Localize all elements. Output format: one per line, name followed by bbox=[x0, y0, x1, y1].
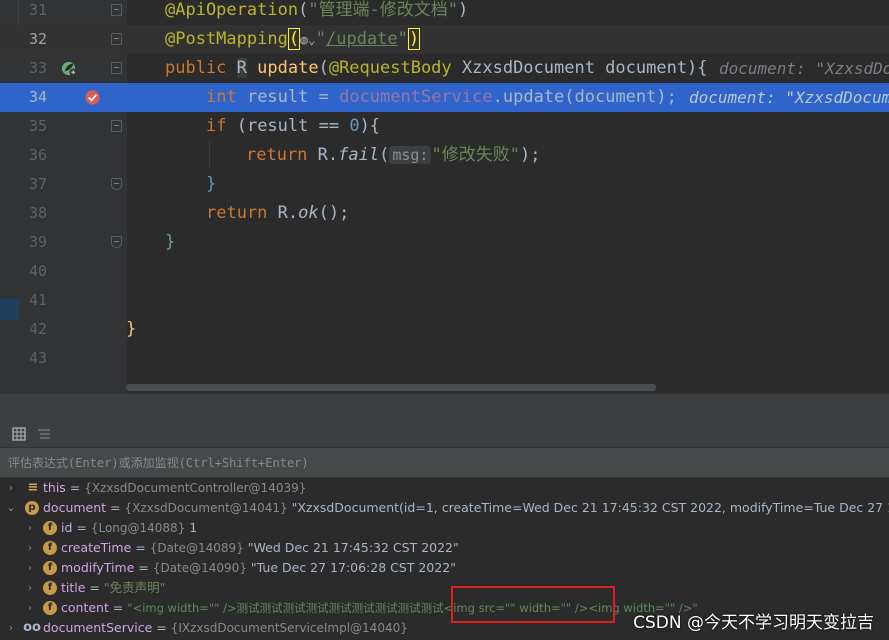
code-line-31[interactable]: 31 @ApiOperation("管理端-修改文档") bbox=[0, 0, 889, 25]
table-view-icon[interactable] bbox=[11, 426, 27, 442]
expand-chevron-icon[interactable]: › bbox=[24, 538, 36, 558]
line-number: 32 bbox=[28, 30, 48, 48]
fold-marker[interactable] bbox=[111, 62, 122, 74]
expand-chevron-icon[interactable]: › bbox=[24, 578, 36, 598]
code-line-32[interactable]: 32 @PostMapping(◍⌄"/update") bbox=[0, 25, 889, 54]
variable-row-this[interactable]: › ≡ this = {XzxsdDocumentController@1403… bbox=[0, 478, 889, 498]
variable-text: this = {XzxsdDocumentController@14039} bbox=[43, 480, 307, 495]
collapse-chevron-icon[interactable]: ⌄ bbox=[5, 498, 17, 518]
line-number: 34 bbox=[28, 88, 48, 106]
fold-marker[interactable] bbox=[111, 120, 122, 132]
inline-debug-value: document: "XzxsdDocument(id=1, bbox=[719, 59, 889, 78]
expand-chevron-icon[interactable]: › bbox=[24, 598, 36, 618]
horizontal-scrollbar[interactable] bbox=[126, 384, 656, 391]
url-chevron-icon[interactable]: ⌄ bbox=[308, 33, 316, 48]
field-icon: f bbox=[43, 541, 57, 555]
watermark: CSDN @今天不学习明天变拉吉 bbox=[633, 613, 874, 633]
expand-chevron-icon[interactable]: › bbox=[24, 558, 36, 578]
variables-toolbar bbox=[0, 420, 889, 448]
breakpoint-icon[interactable] bbox=[84, 89, 101, 106]
annotation-highlight-box bbox=[451, 586, 615, 623]
line-number: 35 bbox=[28, 117, 48, 135]
field-icon: f bbox=[43, 561, 57, 575]
expand-chevron-icon[interactable]: › bbox=[5, 478, 17, 498]
code-text: return R.fail(msg: "修改失败"); bbox=[246, 145, 541, 165]
line-number: 38 bbox=[28, 204, 48, 222]
code-line-34[interactable]: 34 int result = documentService.update(d… bbox=[0, 83, 889, 112]
line-number: 36 bbox=[28, 146, 48, 164]
line-number: 41 bbox=[28, 291, 48, 309]
code-text: if (result == 0){ bbox=[206, 116, 381, 136]
evaluate-expression-input[interactable] bbox=[0, 448, 889, 477]
variable-text: createTime = {Date@14089} "Wed Dec 21 17… bbox=[61, 540, 459, 555]
code-line-35[interactable]: 35 if (result == 0){ bbox=[0, 112, 889, 141]
code-text: return R.ok(); bbox=[206, 203, 350, 223]
this-object-icon: ≡ bbox=[27, 480, 39, 495]
code-text: @PostMapping(◍⌄"/update") bbox=[165, 28, 421, 50]
expand-chevron-icon[interactable]: › bbox=[5, 618, 17, 638]
parameter-hint: msg: bbox=[389, 146, 432, 164]
evaluate-expression-bar[interactable] bbox=[0, 448, 889, 478]
fold-marker[interactable] bbox=[111, 178, 122, 190]
code-text: @ApiOperation("管理端-修改文档") bbox=[165, 0, 469, 20]
code-text: public R update(@RequestBody XzxsdDocume… bbox=[165, 58, 708, 78]
code-line-36[interactable]: 36 return R.fail(msg: "修改失败"); bbox=[0, 141, 889, 170]
variable-row-modifyTime[interactable]: › f modifyTime = {Date@14090} "Tue Dec 2… bbox=[0, 558, 889, 578]
inline-debug-value: document: "XzxsdDocument(i bbox=[689, 88, 889, 107]
panel-splitter[interactable] bbox=[0, 393, 889, 420]
field-icon: f bbox=[43, 581, 57, 595]
code-text: } bbox=[206, 174, 217, 194]
variable-text: document = {XzxsdDocument@14041} "XzxsdD… bbox=[43, 500, 889, 515]
line-number: 31 bbox=[28, 1, 48, 19]
line-number: 42 bbox=[28, 320, 48, 338]
globe-icon[interactable]: ◍ bbox=[300, 33, 308, 48]
code-line-40[interactable]: 40 bbox=[0, 257, 889, 286]
code-line-37[interactable]: 37 } bbox=[0, 170, 889, 199]
variable-text: title = "免责声明" bbox=[61, 580, 166, 595]
variable-row-createTime[interactable]: › f createTime = {Date@14089} "Wed Dec 2… bbox=[0, 538, 889, 558]
spring-bean-icon[interactable] bbox=[61, 60, 78, 77]
code-line-42[interactable]: 42 } bbox=[0, 315, 889, 344]
line-number: 39 bbox=[28, 233, 48, 251]
code-line-41[interactable]: 41 bbox=[0, 286, 889, 315]
fold-marker[interactable] bbox=[111, 236, 122, 248]
code-line-33[interactable]: 33 public R update(@RequestBody XzxsdDoc… bbox=[0, 54, 889, 83]
fold-marker[interactable] bbox=[111, 4, 122, 16]
field-icon: f bbox=[43, 521, 57, 535]
list-view-icon[interactable] bbox=[36, 426, 52, 442]
code-text: } bbox=[126, 319, 137, 339]
code-line-38[interactable]: 38 return R.ok(); bbox=[0, 199, 889, 228]
code-editor[interactable]: 31 @ApiOperation("管理端-修改文档") 32 @PostMap… bbox=[0, 0, 889, 393]
watch-icon: oo bbox=[23, 620, 41, 635]
field-icon: f bbox=[43, 601, 57, 615]
variable-text: id = {Long@14088} 1 bbox=[61, 520, 198, 535]
code-text: } bbox=[165, 232, 176, 252]
variable-row-document[interactable]: ⌄ p document = {XzxsdDocument@14041} "Xz… bbox=[0, 498, 889, 518]
variable-text: documentService = {IXzxsdDocumentService… bbox=[43, 620, 408, 635]
code-text: int result = documentService.update(docu… bbox=[206, 87, 677, 107]
indent-guide bbox=[209, 140, 210, 169]
line-number: 40 bbox=[28, 262, 48, 280]
expand-chevron-icon[interactable]: › bbox=[24, 518, 36, 538]
variable-text: modifyTime = {Date@14090} "Tue Dec 27 17… bbox=[61, 560, 456, 575]
variable-row-id[interactable]: › f id = {Long@14088} 1 bbox=[0, 518, 889, 538]
parameter-icon: p bbox=[25, 501, 39, 515]
line-number: 43 bbox=[28, 349, 48, 367]
variable-row-title[interactable]: › f title = "免责声明" bbox=[0, 578, 889, 598]
line-number: 37 bbox=[28, 175, 48, 193]
code-line-39[interactable]: 39 } bbox=[0, 228, 889, 257]
fold-marker[interactable] bbox=[111, 33, 122, 45]
code-line-43[interactable]: 43 bbox=[0, 344, 889, 373]
line-number: 33 bbox=[28, 59, 48, 77]
